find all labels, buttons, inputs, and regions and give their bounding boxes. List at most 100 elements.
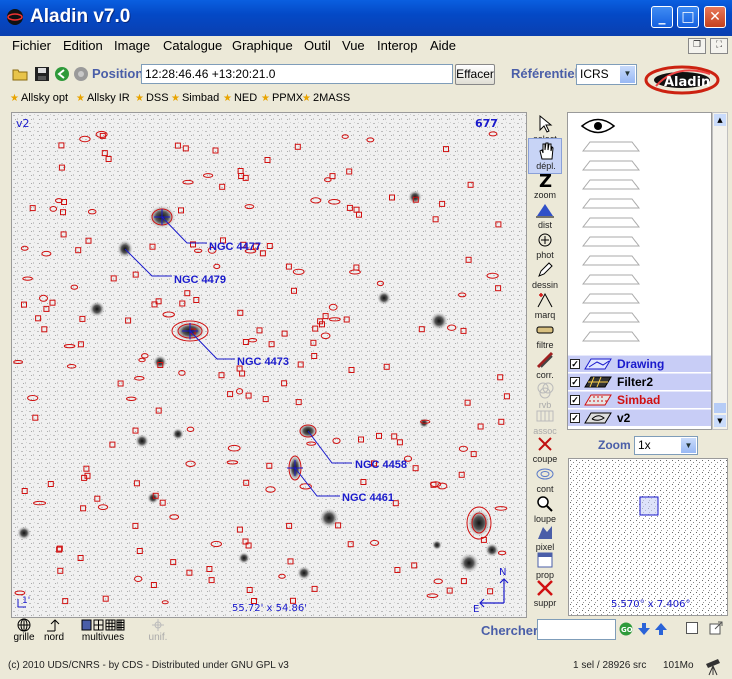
pixel-icon <box>538 526 552 539</box>
menu-fichier[interactable]: Fichier <box>12 38 51 53</box>
empty-plane-icon <box>582 274 640 285</box>
galaxy-blob <box>238 552 250 564</box>
star-icon: ★ <box>223 93 232 104</box>
menu-outil[interactable]: Outil <box>304 38 331 53</box>
catalog-plane-icon <box>584 394 612 406</box>
arrow-up-icon[interactable] <box>654 622 668 636</box>
frame-select[interactable]: ICRS ▼ <box>576 64 637 85</box>
layer-stack-scrollbar[interactable]: ▲ ▼ <box>712 112 728 430</box>
menu-aide[interactable]: Aide <box>430 38 456 53</box>
galaxy-blob <box>172 428 184 440</box>
overview-viewport[interactable] <box>639 496 659 516</box>
correction-icon <box>536 351 554 369</box>
galaxy-blob <box>17 526 31 540</box>
zoom-select[interactable]: 1x ▼ <box>634 436 698 455</box>
menu-bar: Fichier Edition Image Catalogue Graphiqu… <box>0 36 732 56</box>
window-view-icon[interactable] <box>686 622 698 634</box>
save-icon[interactable] <box>34 66 50 82</box>
survey-allsky-opt[interactable]: ★ Allsky opt <box>10 92 68 104</box>
vertical-toolbar: select dépl. Z zoom dist phot dessin mar… <box>528 112 562 612</box>
layer-v2[interactable]: ✓ v2 <box>568 409 711 426</box>
menu-vue[interactable]: Vue <box>342 38 365 53</box>
tool-delete[interactable]: suppr <box>528 576 562 612</box>
stop-icon[interactable] <box>73 66 89 82</box>
survey-simbad[interactable]: ★ Simbad <box>171 92 219 104</box>
histogram-icon <box>536 204 554 218</box>
empty-plane-icon <box>582 179 640 190</box>
restore-frame-icon[interactable]: ❐ <box>688 38 706 54</box>
empty-plane-icon <box>582 160 640 171</box>
label-ngc-4473[interactable]: NGC 4473 <box>237 356 289 368</box>
view-fov: 55.72' x 54.86' <box>232 603 307 614</box>
menu-graphique[interactable]: Graphique <box>232 38 293 53</box>
sky-image[interactable]: NGC 4477 NGC 4479 NGC 4473 NGC 4458 NGC … <box>12 113 526 617</box>
survey-allsky-ir[interactable]: ★ Allsky IR <box>76 92 130 104</box>
telescope-icon[interactable] <box>703 656 723 676</box>
position-input[interactable]: 12:28:46.46 +13:20:21.0 <box>141 64 453 84</box>
survey-ned[interactable]: ★ NED <box>223 92 257 104</box>
empty-plane-icon <box>582 293 640 304</box>
main-image-view[interactable]: NGC 4477 NGC 4479 NGC 4473 NGC 4458 NGC … <box>11 112 527 618</box>
star-icon: ★ <box>171 93 180 104</box>
properties-icon <box>537 552 553 568</box>
fullscreen-icon[interactable]: ⛶ <box>710 38 728 54</box>
overview-panel[interactable]: 5.570° x 7.406° <box>568 458 728 616</box>
layer-simbad-name: Simbad <box>617 393 661 407</box>
title-bar: Aladin v7.0 _ □ ✕ <box>0 0 732 36</box>
star-icon: ★ <box>135 93 144 104</box>
scroll-down-icon[interactable]: ▼ <box>714 415 726 427</box>
empty-plane-icon <box>582 198 640 209</box>
compass-n: N <box>499 567 506 578</box>
window-title: Aladin v7.0 <box>30 6 131 27</box>
layer-simbad[interactable]: ✓ Simbad <box>568 391 711 408</box>
scroll-up-icon[interactable]: ▲ <box>714 114 726 126</box>
close-button[interactable]: ✕ <box>704 6 726 28</box>
back-arrow-icon[interactable] <box>54 66 70 82</box>
open-folder-icon[interactable] <box>12 66 28 82</box>
survey-ppmx[interactable]: ★ PPMX <box>261 92 303 104</box>
globe-grid-icon <box>17 618 31 632</box>
clear-button[interactable]: Effacer <box>455 64 495 85</box>
drawing-plane-icon <box>584 358 612 370</box>
svg-text:GO: GO <box>621 626 633 634</box>
label-ngc-4461[interactable]: NGC 4461 <box>342 492 394 504</box>
arrow-down-icon[interactable] <box>637 622 651 636</box>
search-input[interactable] <box>537 619 616 640</box>
overview-image: 5.570° x 7.406° <box>569 459 727 615</box>
assoc-icon <box>536 410 554 422</box>
view-count: 677 <box>475 117 498 130</box>
arrow-cursor-icon <box>539 114 553 133</box>
star-icon: ★ <box>261 93 270 104</box>
filter-icon <box>536 326 554 334</box>
scroll-thumb[interactable] <box>714 403 726 413</box>
survey-dss[interactable]: ★ DSS <box>135 92 169 104</box>
eye-icon[interactable] <box>580 117 616 135</box>
layer-v2-checkbox[interactable]: ✓ <box>570 413 580 423</box>
position-label: Position <box>92 66 144 81</box>
layer-simbad-checkbox[interactable]: ✓ <box>570 395 580 405</box>
galaxy-blob <box>135 434 149 448</box>
label-ngc-4477[interactable]: NGC 4477 <box>209 241 261 253</box>
go-icon[interactable]: GO <box>619 622 633 636</box>
pencil-icon <box>538 262 553 277</box>
north-button[interactable]: nord <box>34 618 74 646</box>
menu-interop[interactable]: Interop <box>377 38 417 53</box>
layer-stack: ✓ Drawing ✓ Filter2 ✓ Simbad ✓ v2 <box>567 112 712 430</box>
minimize-button[interactable]: _ <box>651 6 673 28</box>
layer-filter2-checkbox[interactable]: ✓ <box>570 377 580 387</box>
label-ngc-4458[interactable]: NGC 4458 <box>355 459 407 471</box>
chevron-down-icon: ▼ <box>681 438 696 453</box>
label-ngc-4479[interactable]: NGC 4479 <box>174 274 226 286</box>
menu-edition[interactable]: Edition <box>63 38 103 53</box>
survey-2mass[interactable]: ★ 2MASS <box>302 92 350 104</box>
layer-drawing-checkbox[interactable]: ✓ <box>570 359 580 369</box>
tag-icon <box>537 292 553 308</box>
layer-drawing-name: Drawing <box>617 357 665 371</box>
layer-filter2[interactable]: ✓ Filter2 <box>568 373 711 390</box>
maximize-button[interactable]: □ <box>677 6 699 28</box>
layer-drawing[interactable]: ✓ Drawing <box>568 355 711 372</box>
detach-icon[interactable] <box>709 621 723 635</box>
multiview-button[interactable]: multivues <box>76 618 130 646</box>
menu-image[interactable]: Image <box>114 38 150 53</box>
menu-catalogue[interactable]: Catalogue <box>163 38 222 53</box>
